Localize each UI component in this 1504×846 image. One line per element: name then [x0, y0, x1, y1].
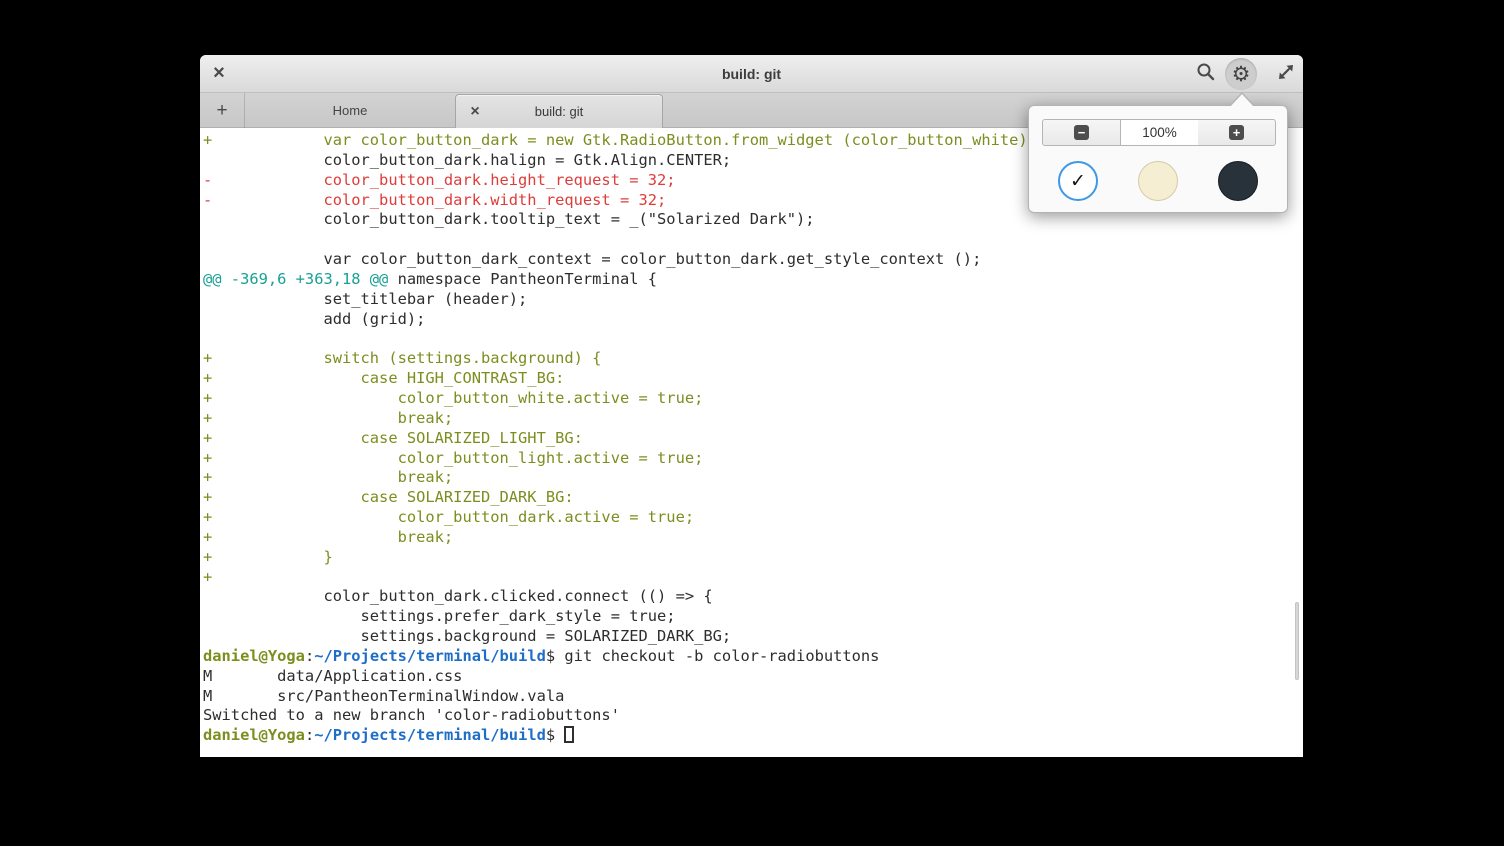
terminal-text: $ git checkout -b color-radiobuttons — [546, 647, 880, 665]
terminal-text: var color_button_dark_context = color_bu… — [203, 250, 981, 268]
terminal-row: + break; — [203, 409, 1303, 429]
terminal-text: + case SOLARIZED_DARK_BG: — [203, 488, 574, 506]
terminal-text: ~/Projects/terminal/build — [314, 647, 546, 665]
terminal-row: + case HIGH_CONTRAST_BG: — [203, 369, 1303, 389]
terminal-row: Switched to a new branch 'color-radiobut… — [203, 706, 1303, 726]
terminal-row: + } — [203, 548, 1303, 568]
terminal-text: M data/Application.css — [203, 667, 462, 685]
zoom-in-button[interactable]: + — [1198, 120, 1275, 145]
terminal-text: set_titlebar (header); — [203, 290, 527, 308]
terminal-text: $ — [546, 726, 565, 744]
theme-high-contrast-button[interactable]: ✓ — [1058, 161, 1098, 201]
terminal-row: var color_button_dark_context = color_bu… — [203, 250, 1303, 270]
terminal-output[interactable]: + var color_button_dark = new Gtk.RadioB… — [200, 128, 1303, 757]
terminal-text: + color_button_light.active = true; — [203, 449, 703, 467]
tab-home[interactable]: Home — [245, 93, 455, 128]
terminal-text: settings.background = SOLARIZED_DARK_BG; — [203, 627, 731, 645]
theme-solarized-light-button[interactable]: ✓ — [1138, 161, 1178, 201]
terminal-row: + color_button_dark.active = true; — [203, 508, 1303, 528]
terminal-text: color_button_dark.clicked.connect (() =>… — [203, 587, 713, 605]
terminal-row: + color_button_light.active = true; — [203, 449, 1303, 469]
tab-label: build: git — [456, 95, 662, 128]
terminal-window: × build: git ⚙ — [200, 55, 1303, 757]
terminal-text: color_button_dark.halign = Gtk.Align.CEN… — [203, 151, 731, 169]
check-icon: ✓ — [1070, 170, 1086, 192]
terminal-text: Switched to a new branch 'color-radiobut… — [203, 706, 620, 724]
terminal-row: daniel@Yoga:~/Projects/terminal/build$ — [203, 726, 1303, 746]
gear-icon: ⚙ — [1232, 64, 1251, 85]
terminal-row: + case SOLARIZED_LIGHT_BG: — [203, 429, 1303, 449]
terminal-row: settings.prefer_dark_style = true; — [203, 607, 1303, 627]
terminal-text: settings.prefer_dark_style = true; — [203, 607, 676, 625]
scrollbar-thumb[interactable] — [1295, 602, 1299, 680]
zoom-in-icon: + — [1229, 125, 1244, 140]
terminal-row — [203, 329, 1303, 349]
zoom-out-icon: − — [1074, 125, 1089, 140]
terminal-row: + color_button_white.active = true; — [203, 389, 1303, 409]
terminal-text: + switch (settings.background) { — [203, 349, 601, 367]
zoom-out-button[interactable]: − — [1043, 120, 1120, 145]
terminal-row: daniel@Yoga:~/Projects/terminal/build$ g… — [203, 647, 1303, 667]
terminal-row: settings.background = SOLARIZED_DARK_BG; — [203, 627, 1303, 647]
tab-build-git[interactable]: × build: git — [455, 94, 663, 128]
terminal-text: + case SOLARIZED_LIGHT_BG: — [203, 429, 583, 447]
terminal-text: : — [305, 726, 314, 744]
fullscreen-icon — [1275, 61, 1297, 88]
terminal-text: + break; — [203, 528, 453, 546]
terminal-text: ~/Projects/terminal/build — [314, 726, 546, 744]
terminal-text: : — [305, 647, 314, 665]
terminal-row: M src/PantheonTerminalWindow.vala — [203, 687, 1303, 707]
terminal-text: + color_button_white.active = true; — [203, 389, 703, 407]
settings-button[interactable]: ⚙ — [1225, 58, 1257, 90]
fullscreen-button[interactable] — [1272, 61, 1300, 87]
search-icon — [1195, 61, 1217, 88]
window-close-button[interactable]: × — [206, 60, 232, 86]
terminal-text: namespace PantheonTerminal { — [388, 270, 657, 288]
terminal-row: color_button_dark.clicked.connect (() =>… — [203, 587, 1303, 607]
window-title: build: git — [200, 55, 1303, 93]
terminal-text: + var color_button_dark = new Gtk.RadioB… — [203, 131, 1037, 149]
zoom-control: − 100% + — [1042, 119, 1276, 146]
terminal-row: color_button_dark.tooltip_text = _("Sola… — [203, 210, 1303, 230]
terminal-text: daniel@Yoga — [203, 647, 305, 665]
terminal-row: + case SOLARIZED_DARK_BG: — [203, 488, 1303, 508]
terminal-row: + — [203, 568, 1303, 588]
settings-popover: − 100% + ✓ ✓ ✓ — [1028, 105, 1288, 213]
terminal-row: @@ -369,6 +363,18 @@ namespace PantheonT… — [203, 270, 1303, 290]
new-tab-button[interactable]: + — [200, 93, 245, 128]
theme-solarized-dark-button[interactable]: ✓ — [1218, 161, 1258, 201]
search-button[interactable] — [1192, 61, 1220, 87]
terminal-row: + break; — [203, 468, 1303, 488]
zoom-level: 100% — [1120, 120, 1198, 145]
terminal-text: + color_button_dark.active = true; — [203, 508, 694, 526]
terminal-text: daniel@Yoga — [203, 726, 305, 744]
terminal-row: + switch (settings.background) { — [203, 349, 1303, 369]
terminal-row: set_titlebar (header); — [203, 290, 1303, 310]
terminal-text: + — [203, 568, 212, 586]
terminal-text: + break; — [203, 409, 453, 427]
terminal-text: - color_button_dark.width_request = 32; — [203, 191, 666, 209]
terminal-text: + } — [203, 548, 333, 566]
terminal-text: + case HIGH_CONTRAST_BG: — [203, 369, 564, 387]
terminal-text: color_button_dark.tooltip_text = _("Sola… — [203, 210, 815, 228]
terminal-text: + break; — [203, 468, 453, 486]
terminal-text: @@ -369,6 +363,18 @@ — [203, 270, 388, 288]
terminal-cursor — [564, 726, 574, 743]
terminal-row: + break; — [203, 528, 1303, 548]
terminal-text: M src/PantheonTerminalWindow.vala — [203, 687, 564, 705]
terminal-row — [203, 230, 1303, 250]
terminal-text: - color_button_dark.height_request = 32; — [203, 171, 676, 189]
titlebar: × build: git ⚙ — [200, 55, 1303, 93]
terminal-row: add (grid); — [203, 310, 1303, 330]
terminal-row: M data/Application.css — [203, 667, 1303, 687]
terminal-text: add (grid); — [203, 310, 425, 328]
